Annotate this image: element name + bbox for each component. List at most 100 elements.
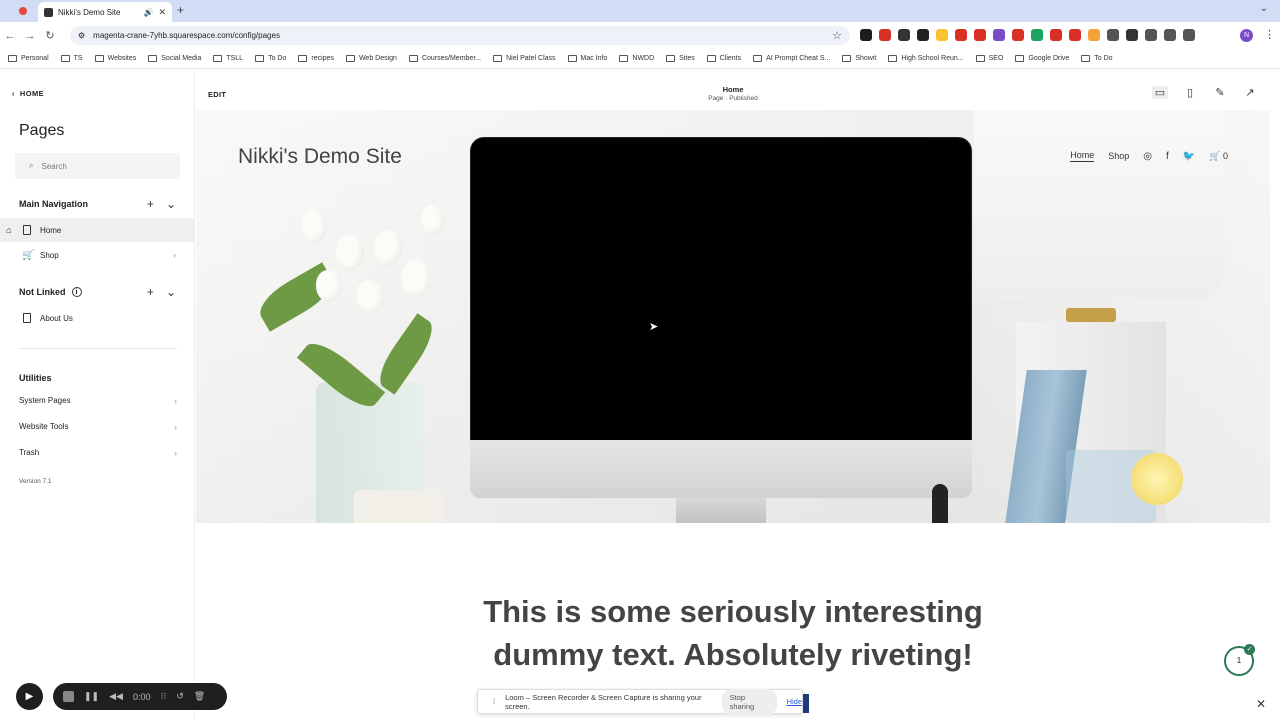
browser-menu-icon[interactable]: ⋮	[1264, 28, 1275, 41]
extension-icon[interactable]	[1183, 29, 1195, 41]
bookmark-item[interactable]: Web Design	[345, 55, 397, 62]
extension-icon[interactable]	[1031, 29, 1043, 41]
bookmark-item[interactable]: Showit	[842, 55, 876, 62]
collapse-chevron-icon[interactable]: ⌄	[166, 285, 176, 299]
add-page-icon[interactable]: +	[147, 285, 154, 299]
bookmark-item[interactable]: To Do	[1081, 55, 1113, 62]
bookmark-item[interactable]: recipes	[298, 55, 334, 62]
page-item-shop[interactable]: 🛒 Shop ›	[0, 243, 195, 267]
page-item-label: Shop	[40, 250, 59, 260]
hero-section[interactable]: Nikki's Demo Site Home Shop ◎ f 🐦 🛒 0 ➤	[196, 110, 1270, 523]
camera-toggle-icon[interactable]: ▶	[16, 683, 43, 710]
page-item-about-us[interactable]: About Us	[0, 306, 195, 330]
chevron-right-icon: ›	[174, 448, 177, 458]
bookmark-item[interactable]: Websites	[94, 55, 136, 62]
site-nav-home[interactable]: Home	[1070, 150, 1095, 162]
close-tab-icon[interactable]: ✕	[158, 7, 166, 18]
info-icon[interactable]: i	[71, 287, 82, 297]
utility-item-system-pages[interactable]: System Pages ›	[19, 396, 177, 406]
bookmark-item[interactable]: Google Drive	[1015, 55, 1069, 62]
bookmark-item[interactable]: To Do	[255, 55, 286, 62]
extension-icon[interactable]	[879, 29, 891, 41]
restart-icon[interactable]: ↺	[176, 691, 184, 702]
browser-tab[interactable]: Nikki's Demo Site 🔊 ✕	[38, 2, 172, 22]
cart-link[interactable]: 🛒 0	[1209, 151, 1228, 162]
bookmark-item[interactable]: TSLL	[213, 55, 243, 62]
search-input[interactable]: ⌕ Search	[15, 153, 180, 179]
site-info-icon[interactable]: ⚙	[78, 31, 85, 40]
bookmark-item[interactable]: Social Media	[148, 55, 201, 62]
hide-link[interactable]: Hide	[787, 697, 802, 706]
bookmark-item[interactable]: NWDD	[619, 55, 654, 62]
tab-search-chevron-icon[interactable]: ⌄	[1260, 3, 1268, 14]
drag-handle-icon[interactable]: ⁞	[493, 697, 495, 706]
drawing-tools-icon[interactable]: ⁝⁝	[160, 691, 166, 702]
extension-icon[interactable]	[1050, 29, 1062, 41]
current-page-name: Home	[722, 85, 744, 94]
folder-icon	[94, 55, 104, 62]
site-nav-shop[interactable]: Shop	[1108, 151, 1129, 161]
instagram-icon[interactable]: ◎	[1143, 151, 1152, 162]
reload-icon[interactable]: ↻	[40, 29, 60, 42]
bookmark-item[interactable]: Courses/Member...	[408, 55, 481, 62]
pause-icon[interactable]: ❚❚	[84, 691, 99, 702]
delete-recording-icon[interactable]: 🗑	[194, 691, 205, 702]
extension-icon[interactable]	[1126, 29, 1138, 41]
extension-icon[interactable]	[1145, 29, 1157, 41]
stop-sharing-button[interactable]: Stop sharing	[721, 688, 777, 715]
stop-recording-button[interactable]	[63, 691, 74, 702]
back-arrow-icon[interactable]: ←	[0, 30, 20, 42]
bookmark-star-icon[interactable]: ☆	[832, 29, 842, 42]
utility-item-trash[interactable]: Trash ›	[19, 448, 177, 458]
extension-icon[interactable]	[917, 29, 929, 41]
bookmark-item[interactable]: High School Reun...	[888, 55, 964, 62]
edit-button[interactable]: EDIT	[208, 90, 226, 99]
desktop-view-icon[interactable]: ▭	[1152, 86, 1168, 99]
url-bar[interactable]: ⚙ magenta-crane-7yhb.squarespace.com/con…	[70, 26, 850, 45]
forward-arrow-icon[interactable]: →	[20, 30, 40, 42]
extension-icon[interactable]	[1088, 29, 1100, 41]
extension-icon[interactable]	[993, 29, 1005, 41]
bookmark-item[interactable]: Clients	[706, 55, 741, 62]
tulip-image	[316, 270, 342, 302]
extension-icon[interactable]	[1069, 29, 1081, 41]
facebook-icon[interactable]: f	[1166, 151, 1169, 162]
bookmark-item[interactable]: SEO	[975, 55, 1003, 62]
speaker-icon[interactable]: 🔊	[143, 8, 153, 17]
extension-icon[interactable]	[936, 29, 948, 41]
pages-sidebar: ‹ HOME Pages ⌕ Search Main Navigation + …	[0, 70, 195, 720]
extension-icon[interactable]	[860, 29, 872, 41]
bookmark-item[interactable]: Sites	[666, 55, 695, 62]
folder-icon	[408, 55, 418, 62]
collapse-chevron-icon[interactable]: ⌄	[166, 197, 176, 211]
add-page-icon[interactable]: +	[147, 197, 154, 211]
back-home-link[interactable]: ‹ HOME	[12, 89, 44, 98]
extension-icon[interactable]	[1107, 29, 1119, 41]
extension-icon[interactable]	[898, 29, 910, 41]
bookmark-item[interactable]: TS	[60, 55, 83, 62]
utility-item-website-tools[interactable]: Website Tools ›	[19, 422, 177, 432]
tab-title: Nikki's Demo Site	[58, 7, 121, 17]
page-item-home[interactable]: ⌂ Home	[0, 218, 195, 242]
extension-icon[interactable]	[1164, 29, 1176, 41]
close-icon[interactable]: ✕	[1256, 697, 1266, 711]
tulip-image	[374, 230, 402, 266]
extension-icon[interactable]	[974, 29, 986, 41]
site-styles-brush-icon[interactable]: ✎	[1212, 86, 1228, 99]
rewind-icon[interactable]: ◀◀	[109, 691, 123, 702]
not-linked-tools: + ⌄	[147, 285, 176, 299]
mobile-view-icon[interactable]: ▯	[1182, 86, 1198, 99]
site-title[interactable]: Nikki's Demo Site	[238, 145, 402, 169]
headline-text[interactable]: This is some seriously interesting dummy…	[196, 591, 1270, 677]
bookmark-item[interactable]: Mac Info	[567, 55, 607, 62]
extension-icon[interactable]	[955, 29, 967, 41]
bookmark-item[interactable]: Niel Patel Class	[493, 55, 556, 62]
extension-icon[interactable]	[1012, 29, 1024, 41]
profile-avatar[interactable]: N	[1240, 29, 1253, 42]
fullscreen-arrow-icon[interactable]: ↗	[1242, 86, 1258, 99]
url-text: magenta-crane-7yhb.squarespace.com/confi…	[93, 31, 280, 40]
bookmark-item[interactable]: Personal	[8, 55, 49, 62]
twitter-icon[interactable]: 🐦	[1183, 151, 1195, 162]
bookmark-item[interactable]: AI Prompt Cheat S...	[753, 55, 830, 62]
new-tab-icon[interactable]: +	[177, 3, 184, 17]
